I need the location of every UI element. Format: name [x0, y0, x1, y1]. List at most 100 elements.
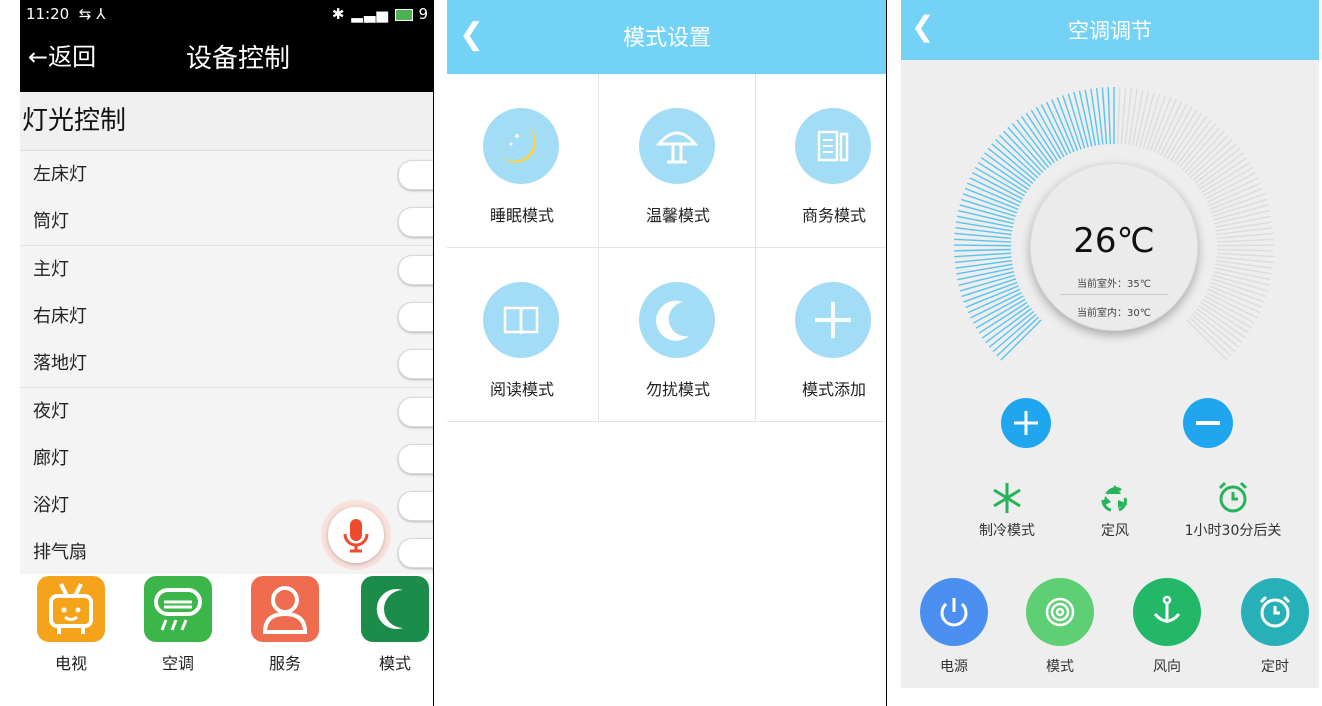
- device-control-screen: 11:20 ⇆ ⅄ ✱ ▂▃▅ 9 ←返回 设备控制 灯光控制 左床灯 筒灯 主灯右…: [20, 0, 433, 706]
- book-icon: [483, 282, 559, 358]
- dock-label: 空调: [161, 654, 194, 673]
- ac-control-screen: ❮ 空调调节 26℃ 当前室外：35℃ 当前室内：30℃ 制冷模式 定风 1小时…: [901, 0, 1319, 688]
- mode-add[interactable]: 模式添加: [759, 248, 887, 422]
- header-bar: ❮ 空调调节: [901, 0, 1319, 60]
- light-toggle[interactable]: [398, 491, 433, 522]
- mode-do-not-disturb[interactable]: 勿扰模式: [603, 248, 753, 422]
- mode-grid: 睡眠模式 温馨模式 商务模式 阅读模式 勿扰模式 模式添加: [447, 74, 887, 422]
- light-row: 左床灯: [20, 151, 433, 199]
- panel-divider: [886, 0, 887, 706]
- timer-button[interactable]: 定时: [1235, 578, 1315, 688]
- person-icon: [251, 576, 319, 642]
- shutdown-timer[interactable]: 1小时30分后关: [1177, 480, 1289, 540]
- dock-air-conditioner[interactable]: 空调: [137, 574, 227, 673]
- mode-button[interactable]: 模式: [1020, 578, 1100, 688]
- page-title: 模式设置: [622, 26, 711, 51]
- minus-icon: [1196, 421, 1220, 425]
- bottom-label: 风向: [1153, 659, 1181, 675]
- page-title: 设备控制: [186, 44, 291, 74]
- mode-warm[interactable]: 温馨模式: [603, 74, 753, 248]
- top-bar: ←返回 设备控制: [20, 28, 433, 92]
- dial-tick: [1215, 263, 1272, 275]
- light-toggle[interactable]: [398, 396, 433, 427]
- light-toggle[interactable]: [398, 160, 433, 190]
- battery-icon: [394, 8, 413, 21]
- mode-reading[interactable]: 阅读模式: [447, 248, 597, 422]
- lamp-icon: [639, 108, 715, 184]
- light-row: 夜灯: [20, 387, 433, 436]
- light-label: 左床灯: [33, 164, 87, 185]
- dial-tick: [1117, 87, 1121, 145]
- light-control-section: 灯光控制: [20, 92, 433, 151]
- air-conditioner-icon: [144, 576, 212, 642]
- dock-tv[interactable]: 电视: [30, 574, 120, 673]
- bluetooth-icon: ✱: [331, 5, 346, 23]
- dial-tick: [964, 187, 1019, 210]
- dial-tick: [1153, 99, 1177, 153]
- dial-tick: [1216, 252, 1274, 258]
- power-button[interactable]: 电源: [914, 578, 994, 688]
- light-label: 排气扇: [33, 542, 87, 564]
- light-toggle[interactable]: [398, 538, 433, 569]
- dial-tick: [1216, 244, 1274, 247]
- dial-tick: [1209, 285, 1263, 308]
- battery-level: 9: [418, 5, 429, 23]
- section-title: 灯光控制: [22, 106, 127, 136]
- indoor-temperature: 当前室内：30℃: [1077, 308, 1151, 319]
- alarm-clock-icon: [1218, 481, 1248, 513]
- status-bar: 11:20 ⇆ ⅄ ✱ ▂▃▅ 9: [20, 0, 433, 28]
- back-button[interactable]: ←返回: [28, 42, 96, 72]
- light-label: 夜灯: [33, 400, 69, 422]
- wind-direction-button[interactable]: 风向: [1127, 578, 1207, 688]
- light-label: 浴灯: [33, 495, 69, 517]
- bottom-dock: 电视 空调 服务 模式: [20, 574, 433, 673]
- dock-label: 服务: [268, 654, 301, 673]
- dock-label: 模式: [378, 654, 411, 673]
- dial-tick: [1208, 182, 1261, 207]
- cooling-mode[interactable]: 制冷模式: [971, 480, 1043, 540]
- business-icon: [795, 108, 871, 184]
- mode-sleep[interactable]: 睡眠模式: [447, 74, 597, 248]
- bottom-label: 模式: [1046, 659, 1074, 675]
- panel-divider: [433, 0, 434, 706]
- voice-input-button[interactable]: [321, 500, 391, 570]
- dial-tick: [1051, 99, 1075, 153]
- light-toggle[interactable]: [398, 349, 433, 380]
- mode-label: 睡眠模式: [489, 206, 554, 225]
- temperature-decrease-button[interactable]: [1183, 398, 1233, 448]
- bottom-label: 定时: [1261, 659, 1289, 675]
- fixed-wind[interactable]: 定风: [1087, 480, 1143, 540]
- light-row: 右床灯: [20, 292, 433, 341]
- dock-label: 电视: [54, 654, 87, 673]
- light-row: 落地灯: [20, 340, 433, 389]
- plus-icon: [795, 282, 871, 358]
- header-bar: ❮ 模式设置: [447, 0, 887, 74]
- dial-tick: [954, 248, 1012, 252]
- dock-service[interactable]: 服务: [244, 574, 334, 673]
- temperature-increase-button[interactable]: [1001, 398, 1051, 448]
- target-icon: [1026, 578, 1094, 646]
- mode-label: 商务模式: [801, 206, 866, 225]
- mode-label: 温馨模式: [645, 206, 710, 225]
- dock-mode[interactable]: 模式: [354, 574, 433, 673]
- tv-icon: [37, 576, 105, 642]
- anchor-icon: [1133, 578, 1201, 646]
- crescent-icon: [639, 282, 715, 358]
- moon-icon: [361, 576, 429, 642]
- usb-icon: ⇆ ⅄: [74, 5, 106, 23]
- light-label: 落地灯: [33, 353, 87, 375]
- bottom-label: 电源: [940, 659, 968, 675]
- dial-tick: [954, 252, 1012, 258]
- temperature-value: 26℃: [1073, 221, 1155, 261]
- mode-business[interactable]: 商务模式: [759, 74, 887, 248]
- light-toggle[interactable]: [398, 301, 433, 332]
- dial-tick: [1120, 87, 1127, 145]
- outdoor-temperature: 当前室外：35℃: [1077, 279, 1151, 290]
- light-toggle[interactable]: [398, 443, 433, 474]
- snowflake-icon: [993, 483, 1021, 513]
- light-toggle[interactable]: [398, 207, 433, 238]
- light-label: 筒灯: [33, 211, 69, 233]
- sleep-moon-icon: [483, 108, 559, 184]
- light-toggle[interactable]: [398, 254, 433, 285]
- dial-tick: [967, 288, 1021, 314]
